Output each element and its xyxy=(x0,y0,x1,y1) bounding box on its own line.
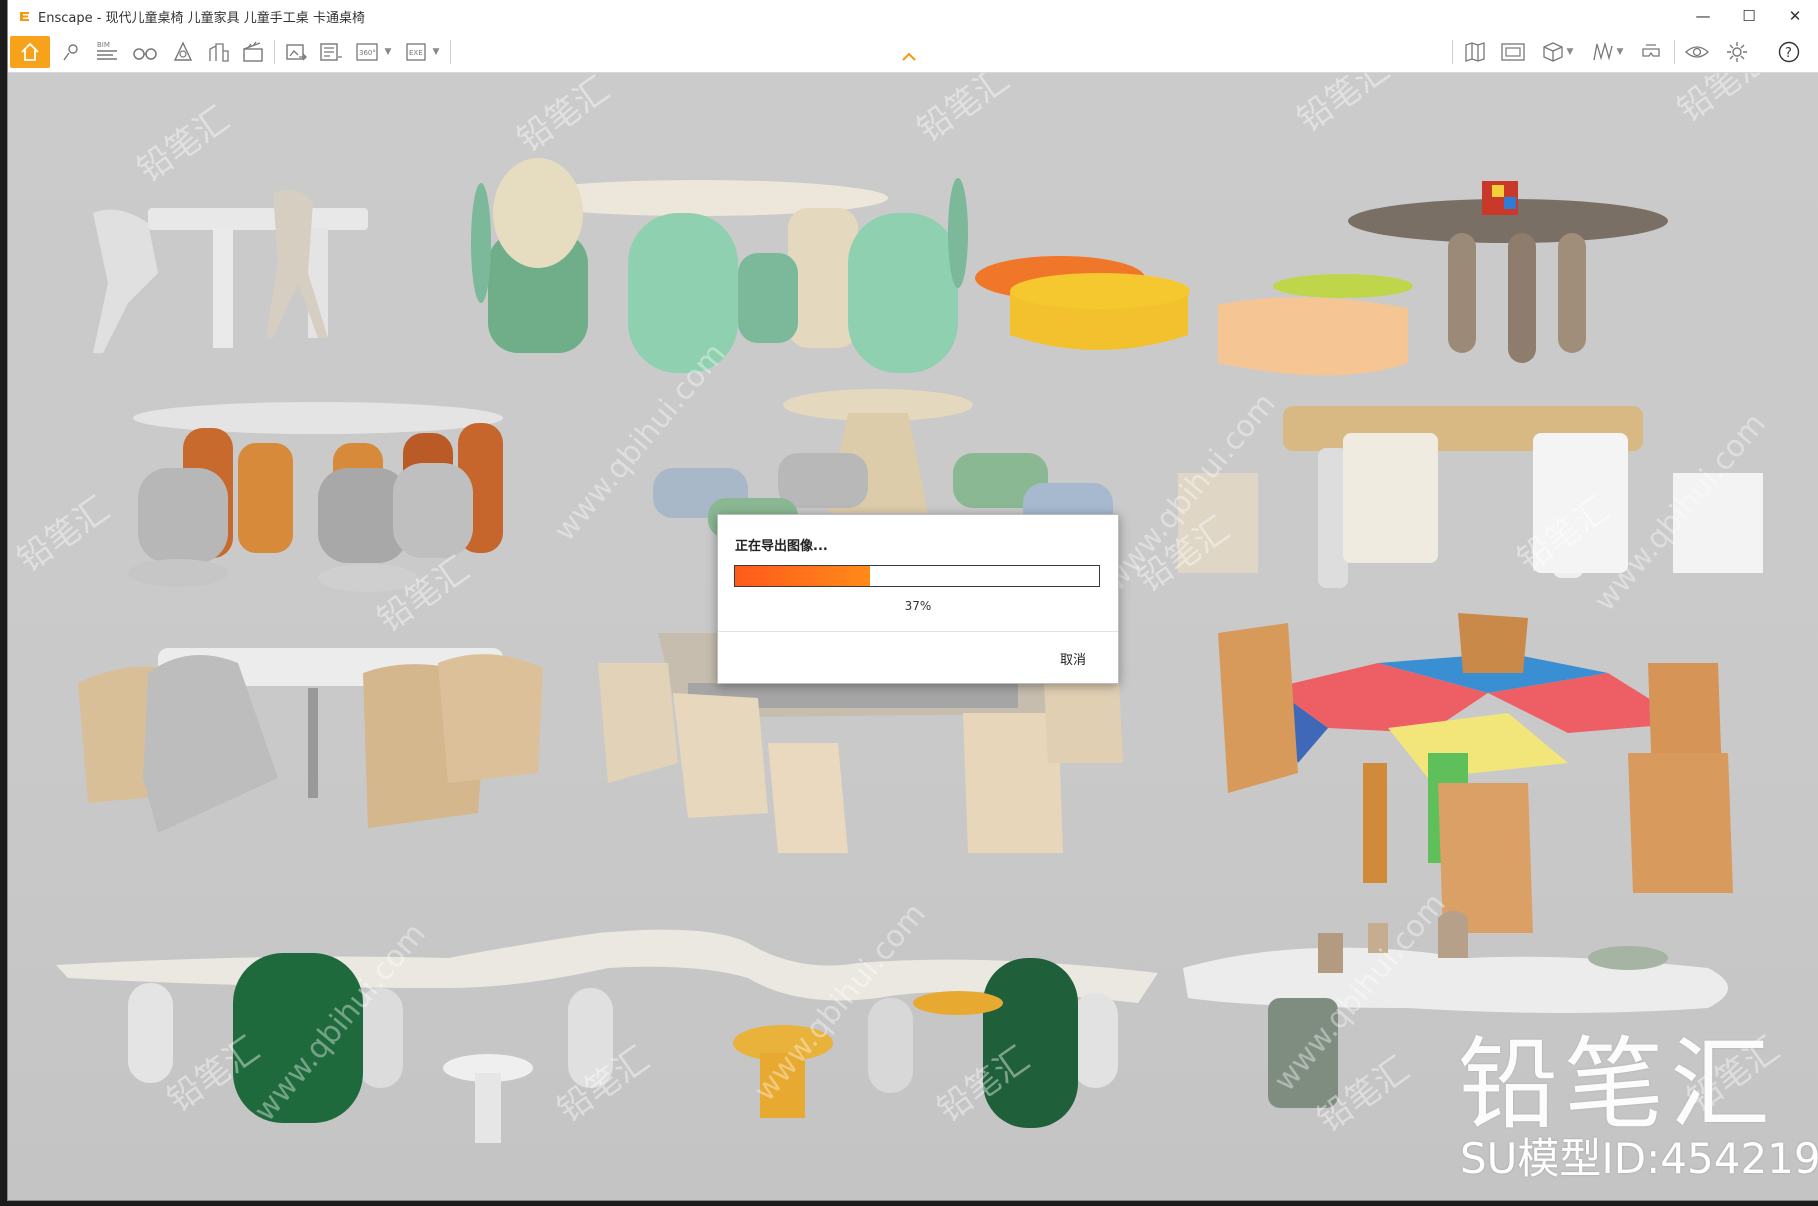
watermark-tile: 铅笔汇 xyxy=(370,549,476,640)
cube-button[interactable]: ▼ xyxy=(1534,36,1580,68)
watermark-tile: 铅笔汇 xyxy=(10,489,116,580)
toolbar-separator xyxy=(274,40,275,64)
title-bar: Enscape - 现代儿童桌椅 儿童家具 儿童手工桌 卡通桌椅 — ☐ ✕ xyxy=(8,0,1818,32)
visual-settings-button[interactable] xyxy=(236,36,270,68)
clapperboard-icon xyxy=(243,41,263,62)
asset-library-icon xyxy=(173,41,193,61)
white-desk-set xyxy=(93,189,368,353)
vr-headset-icon xyxy=(1642,44,1660,57)
chevron-up-icon xyxy=(902,52,916,61)
watermark-tile: 铅笔汇 xyxy=(510,73,616,160)
watermark-tile: 铅笔汇 xyxy=(130,99,236,190)
enscape-window: Enscape - 现代儿童桌椅 儿童家具 儿童手工桌 卡通桌椅 — ☐ ✕ B… xyxy=(8,0,1818,1200)
binoculars-icon xyxy=(133,48,157,60)
home-icon xyxy=(21,42,39,61)
help-icon: ? xyxy=(1778,41,1800,63)
toolbar-separator xyxy=(1674,40,1675,64)
buildings-icon xyxy=(209,43,229,62)
export-progress-dialog: 正在导出图像... 37% 取消 xyxy=(717,514,1119,684)
toolbar-separator xyxy=(1452,40,1453,64)
green-lounge-set xyxy=(471,158,968,373)
export-exe-icon: EXE xyxy=(405,43,426,61)
dialog-title: 正在导出图像... xyxy=(735,539,828,554)
settings-button[interactable] xyxy=(1720,36,1754,68)
enscape-logo-icon xyxy=(20,12,29,21)
enscape-toolbar: BIM 360° ▼ EXE ▼ ▼ ▼ ? xyxy=(8,32,1818,73)
collapse-toolbar-button[interactable] xyxy=(901,47,917,66)
atlas-button[interactable] xyxy=(202,36,236,68)
bim-icon: BIM xyxy=(97,41,117,60)
progress-percent: 37% xyxy=(904,599,932,613)
panorama-button[interactable]: 360° ▼ xyxy=(350,36,396,68)
help-button[interactable]: ? xyxy=(1772,36,1806,68)
gear-icon xyxy=(1727,42,1747,62)
map-book-button[interactable] xyxy=(1458,36,1492,68)
home-button[interactable] xyxy=(10,36,50,68)
views-button[interactable] xyxy=(54,36,88,68)
help-label: ? xyxy=(1785,46,1792,61)
cube-icon xyxy=(1542,42,1563,62)
watermark-tile: 铅笔汇 xyxy=(1670,73,1776,130)
batch-render-icon xyxy=(320,43,342,61)
dialog-divider xyxy=(718,631,1118,632)
panorama-label: 360° xyxy=(359,49,376,57)
model-id-watermark: SU模型ID:454219 xyxy=(1460,1134,1818,1183)
wood-shell-chair-set xyxy=(78,648,543,833)
web-standalone-button[interactable] xyxy=(1496,36,1530,68)
binoculars-button[interactable] xyxy=(128,36,162,68)
eye-button[interactable] xyxy=(1680,36,1714,68)
chevron-down-icon: ▼ xyxy=(1566,47,1574,57)
sketch-button[interactable]: ▼ xyxy=(1584,36,1630,68)
chevron-down-icon: ▼ xyxy=(384,47,392,57)
export-image-icon xyxy=(286,44,307,61)
exe-label: EXE xyxy=(409,49,423,57)
web-standalone-icon xyxy=(1501,43,1525,61)
yellow-poufs xyxy=(975,256,1413,376)
progress-fill xyxy=(735,566,870,586)
vr-headset-button[interactable] xyxy=(1634,36,1668,68)
maximize-button[interactable]: ☐ xyxy=(1726,0,1772,32)
wavy-bench-set xyxy=(56,929,1158,1143)
colorful-puzzle-table xyxy=(1218,613,1733,933)
map-book-icon xyxy=(1465,42,1485,62)
export-progress-bar xyxy=(734,565,1100,587)
eye-icon xyxy=(1685,46,1709,58)
cancel-button[interactable]: 取消 xyxy=(1060,649,1086,668)
panorama-icon: 360° xyxy=(355,43,378,61)
asset-library-button[interactable] xyxy=(166,36,200,68)
watermark-tile: 铅笔汇 xyxy=(910,73,1016,150)
window-controls: — ☐ ✕ xyxy=(1680,0,1818,32)
window-title: Enscape - 现代儿童桌椅 儿童家具 儿童手工桌 卡通桌椅 xyxy=(38,10,365,26)
chevron-down-icon: ▼ xyxy=(1616,47,1624,57)
sketch-icon xyxy=(1592,41,1613,61)
minimize-button[interactable]: — xyxy=(1680,0,1726,32)
toolbar-separator xyxy=(450,40,451,64)
bim-label: BIM xyxy=(97,41,110,49)
export-image-button[interactable] xyxy=(280,36,314,68)
map-pin-icon xyxy=(63,44,78,61)
export-exe-button[interactable]: EXE ▼ xyxy=(400,36,444,68)
batch-render-button[interactable] xyxy=(314,36,348,68)
watermark-tile: 铅笔汇 xyxy=(1290,73,1396,140)
bim-button[interactable]: BIM xyxy=(90,36,124,68)
chevron-down-icon: ▼ xyxy=(432,47,440,57)
close-button[interactable]: ✕ xyxy=(1772,0,1818,32)
